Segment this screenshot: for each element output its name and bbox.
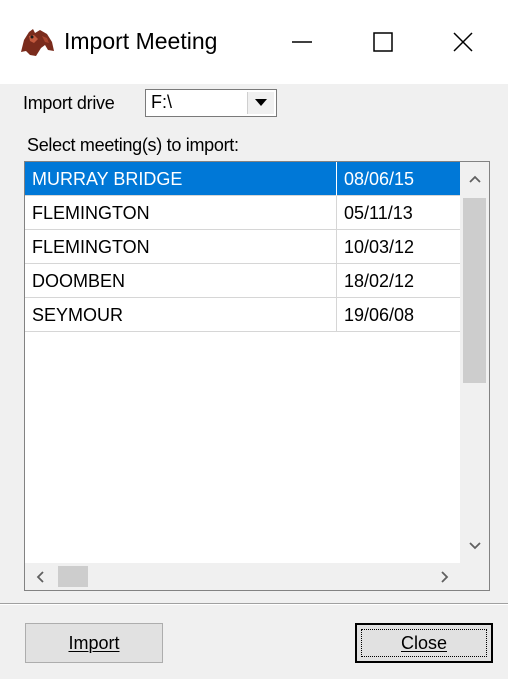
list-item[interactable]: SEYMOUR 19/06/08: [25, 298, 460, 332]
meeting-name: FLEMINGTON: [25, 196, 337, 230]
select-meetings-label: Select meeting(s) to import:: [27, 135, 239, 155]
meeting-name: MURRAY BRIDGE: [25, 162, 337, 196]
vertical-scrollbar[interactable]: [460, 162, 489, 563]
chevron-down-icon: [468, 542, 481, 550]
divider: [0, 603, 508, 605]
scroll-up-button[interactable]: [460, 162, 489, 196]
maximize-button[interactable]: [338, 0, 428, 84]
scroll-right-button[interactable]: [430, 563, 460, 590]
meeting-date: 08/06/15: [337, 162, 460, 196]
meeting-date: 05/11/13: [337, 196, 460, 230]
list-item[interactable]: FLEMINGTON 05/11/13: [25, 196, 460, 230]
title-bar[interactable]: Import Meeting: [0, 0, 508, 84]
list-item[interactable]: FLEMINGTON 10/03/12: [25, 230, 460, 264]
minimize-icon: [292, 41, 312, 43]
horse-head-icon: [21, 29, 54, 56]
import-button[interactable]: Import: [25, 623, 163, 663]
close-icon: [453, 32, 473, 52]
chevron-up-icon: [468, 175, 481, 183]
vertical-scroll-thumb[interactable]: [463, 198, 486, 383]
meetings-list[interactable]: MURRAY BRIDGE 08/06/15 FLEMINGTON 05/11/…: [24, 161, 490, 591]
meeting-date: 19/06/08: [337, 298, 460, 332]
close-window-button[interactable]: [418, 0, 508, 84]
import-drive-value: F:\: [151, 92, 172, 112]
list-item[interactable]: MURRAY BRIDGE 08/06/15: [25, 162, 460, 196]
horizontal-scroll-thumb[interactable]: [58, 566, 88, 587]
list-item[interactable]: DOOMBEN 18/02/12: [25, 264, 460, 298]
import-drive-label: Import drive: [23, 93, 115, 113]
meeting-name: SEYMOUR: [25, 298, 337, 332]
chevron-left-icon: [36, 570, 44, 583]
dropdown-arrow-button[interactable]: [247, 92, 274, 114]
scroll-down-button[interactable]: [460, 529, 489, 563]
import-drive-select[interactable]: F:\: [145, 89, 277, 117]
import-meeting-dialog: Import Meeting Import drive F:\ Select m…: [0, 0, 508, 679]
meeting-name: FLEMINGTON: [25, 230, 337, 264]
scrollbar-corner: [460, 563, 489, 590]
meeting-date: 10/03/12: [337, 230, 460, 264]
close-button[interactable]: Close: [355, 623, 493, 663]
meeting-date: 18/02/12: [337, 264, 460, 298]
meeting-name: DOOMBEN: [25, 264, 337, 298]
horizontal-scrollbar[interactable]: [25, 563, 460, 590]
chevron-right-icon: [441, 570, 449, 583]
minimize-button[interactable]: [257, 0, 347, 84]
chevron-down-icon: [255, 99, 267, 106]
close-button-label: Close: [400, 632, 448, 653]
window-title: Import Meeting: [64, 28, 218, 54]
import-button-label: Import: [68, 632, 120, 653]
scroll-left-button[interactable]: [25, 563, 55, 590]
maximize-icon: [373, 32, 393, 52]
